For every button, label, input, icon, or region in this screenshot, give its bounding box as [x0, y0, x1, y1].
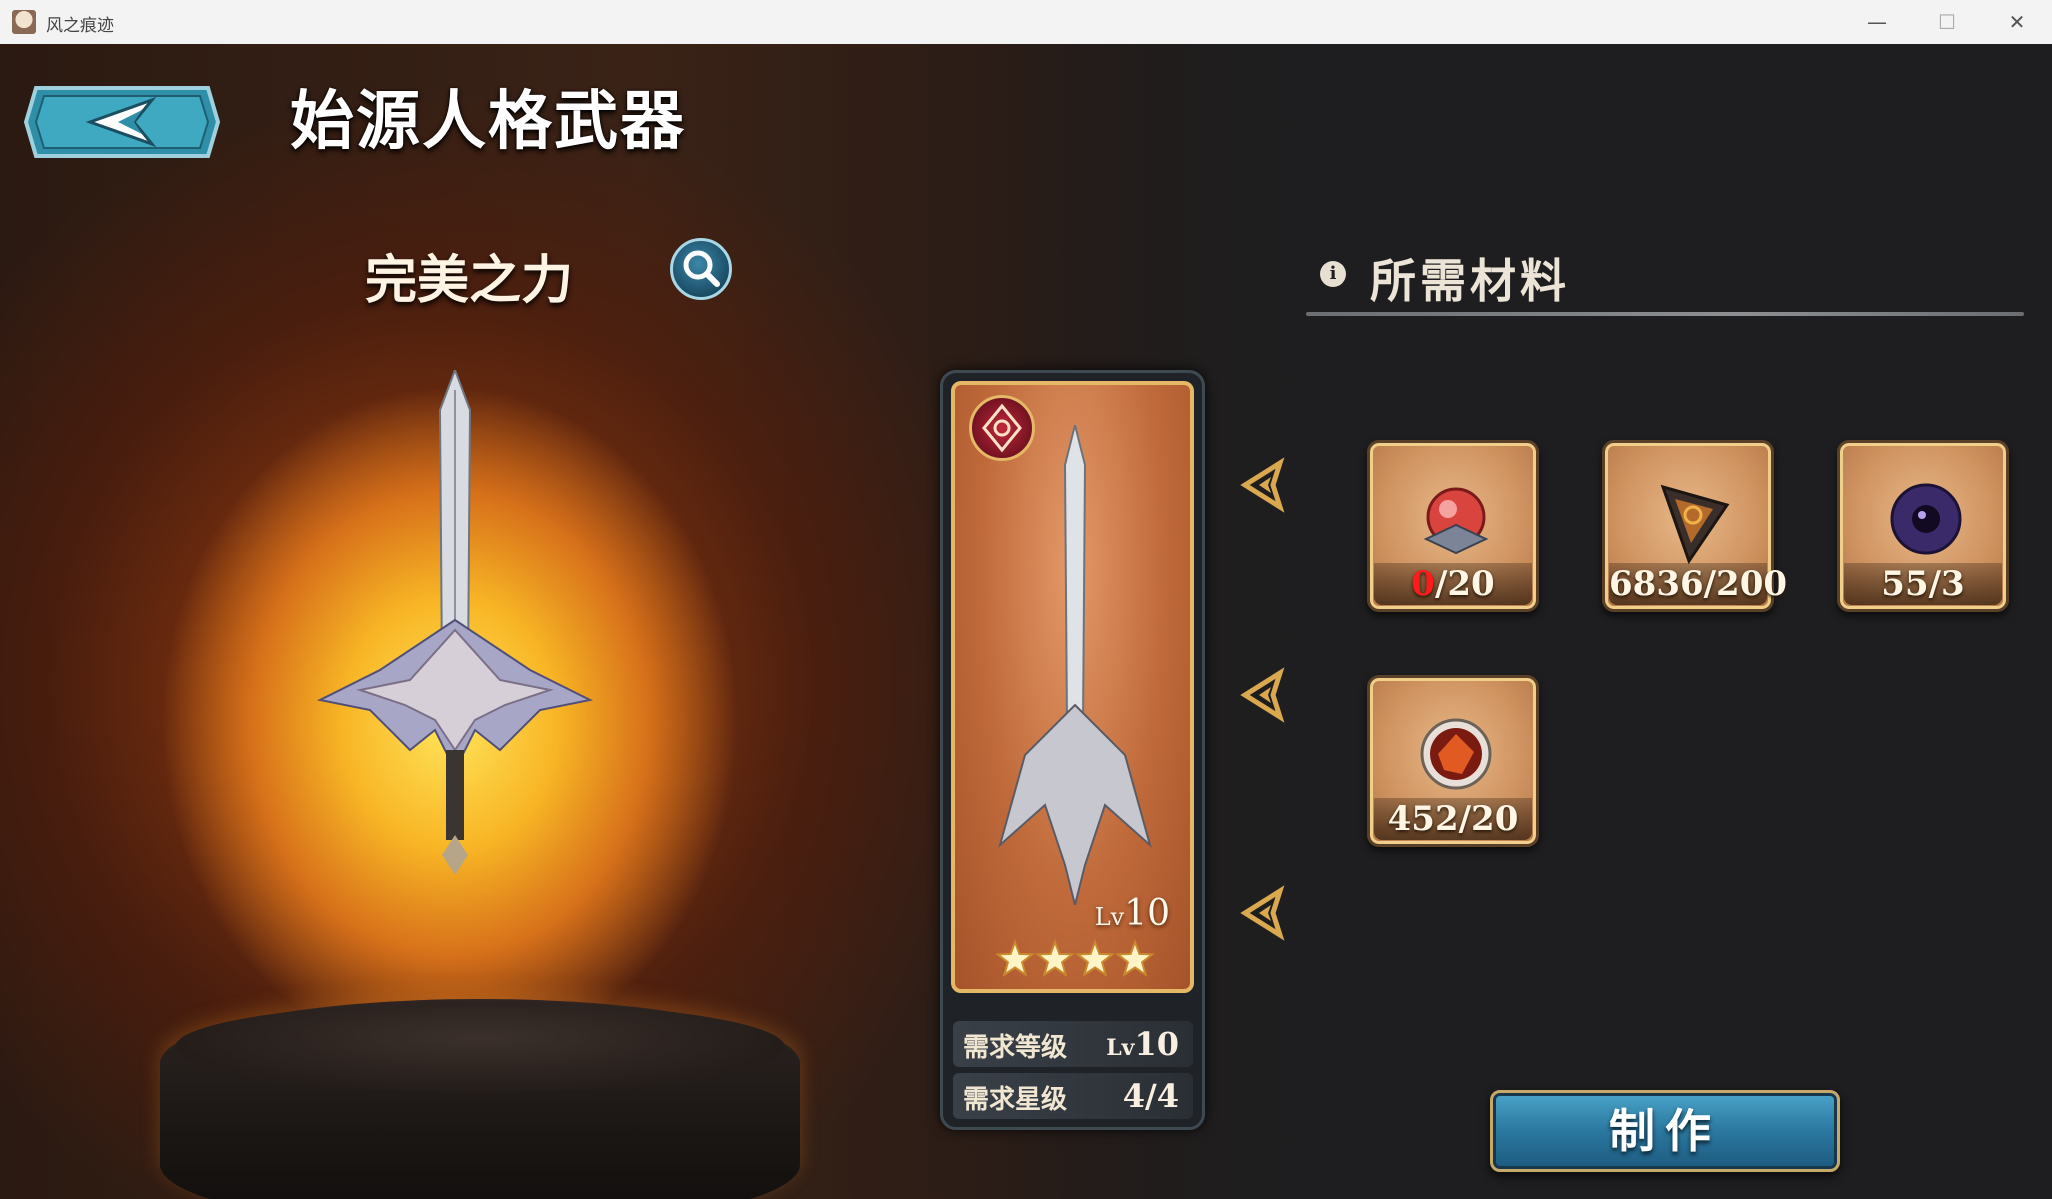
info-icon[interactable]: i	[1320, 261, 1346, 287]
craft-button[interactable]: 制作	[1490, 1090, 1840, 1172]
red-crystal-icon	[1423, 487, 1489, 555]
weapon-name: 完美之力	[365, 250, 574, 311]
rune-triangle-icon	[1660, 484, 1730, 565]
material-count: 55/3	[1844, 563, 2002, 605]
window-title: 风之痕迹	[46, 16, 114, 36]
materials-title: 所需材料	[1370, 254, 1570, 308]
star-icon	[1115, 939, 1155, 977]
material-count: 0/20	[1374, 563, 1532, 605]
title-bar: 风之痕迹 — ☐ ✕	[0, 0, 2052, 45]
weapon-card-sword-image	[998, 425, 1152, 905]
weapon-star-rating	[995, 939, 1155, 977]
material-slot-void-orb[interactable]: 55/3	[1837, 440, 2009, 612]
forge-pedestal-top	[175, 1002, 785, 1092]
lava-orb-icon	[1420, 718, 1492, 790]
weapon-level: Lv10	[1094, 893, 1170, 934]
back-button[interactable]	[22, 80, 222, 164]
weapon-card-art: Lv10	[951, 381, 1194, 993]
weapon-showcase-image	[316, 370, 594, 875]
star-icon	[995, 939, 1035, 977]
diamond-arrow-icon	[1240, 885, 1285, 941]
diamond-arrow-icon	[1240, 667, 1285, 723]
material-slot-rune-stone[interactable]: 6836/200	[1602, 440, 1788, 612]
minimize-button[interactable]: —	[1842, 0, 1912, 44]
required-star-row: 需求星级 4/4	[953, 1073, 1193, 1119]
required-level-row: 需求等级 Lv10	[953, 1021, 1193, 1067]
maximize-button[interactable]: ☐	[1912, 0, 1982, 44]
required-level-label: 需求等级	[963, 1033, 1068, 1063]
page-title: 始源人格武器	[290, 84, 686, 159]
inspect-button[interactable]	[670, 238, 732, 300]
required-star-value: 4/4	[1122, 1077, 1179, 1115]
required-star-label: 需求星级	[963, 1085, 1068, 1115]
star-icon	[1035, 939, 1075, 977]
required-level-value: Lv10	[1106, 1025, 1179, 1063]
material-count: 452/20	[1374, 798, 1532, 840]
search-icon	[683, 250, 720, 287]
diamond-arrow-icon	[1240, 457, 1285, 513]
star-icon	[1075, 939, 1115, 977]
material-slot-red-crystal[interactable]: 0/20	[1367, 440, 1539, 612]
materials-divider	[1306, 312, 2024, 316]
void-orb-icon	[1890, 483, 1962, 555]
app-icon	[12, 10, 36, 34]
close-window-button[interactable]: ✕	[1982, 0, 2052, 44]
material-count: 6836/200	[1609, 563, 1788, 605]
weapon-card: Lv10 需求等级 Lv10 需求星级 4/4	[940, 370, 1205, 1130]
material-slot-lava-orb[interactable]: 452/20	[1367, 675, 1539, 847]
